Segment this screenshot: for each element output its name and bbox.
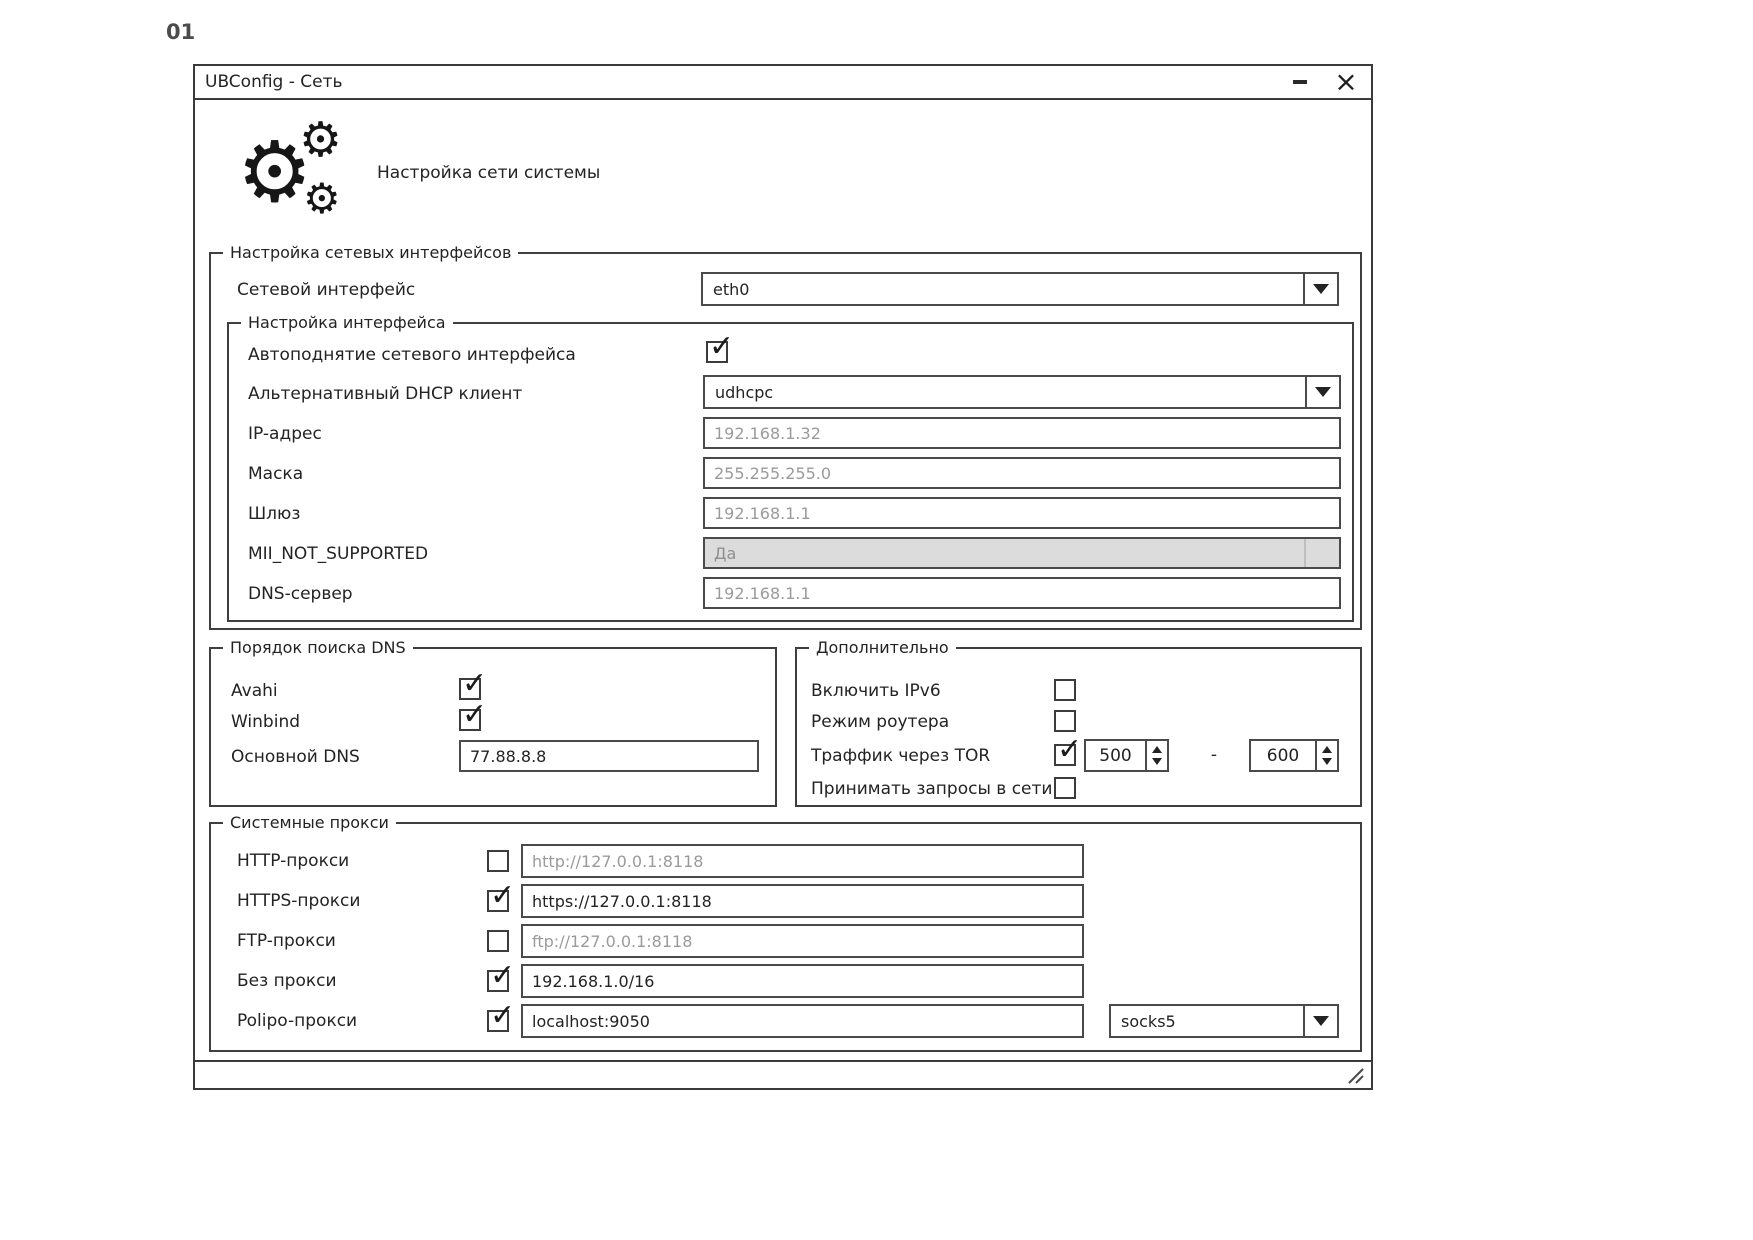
primary-dns-input[interactable]	[459, 740, 759, 772]
mii-field-divider	[1304, 539, 1330, 567]
mask-label: Маска	[248, 465, 303, 484]
https-proxy-label: HTTPS-прокси	[237, 892, 360, 911]
spinner-arrows-icon[interactable]	[1145, 741, 1167, 770]
ip-label: IP-адрес	[248, 425, 322, 444]
primary-dns-label: Основной DNS	[231, 748, 360, 767]
accept-requests-checkbox[interactable]	[1054, 777, 1076, 799]
polipo-proxy-input[interactable]	[521, 1004, 1084, 1038]
ftp-proxy-checkbox[interactable]	[487, 930, 509, 952]
winbind-label: Winbind	[231, 713, 300, 732]
minimize-button[interactable]	[1289, 69, 1311, 95]
window-title: UBConfig - Сеть	[205, 72, 1289, 92]
network-interfaces-group: Настройка сетевых интерфейсов Сетевой ин…	[209, 252, 1362, 630]
mii-field: Да	[703, 537, 1341, 569]
dhcp-client-select-value: udhcpc	[705, 377, 1305, 407]
chevron-down-icon[interactable]	[1303, 274, 1337, 304]
spinner-arrows-icon[interactable]	[1315, 741, 1337, 770]
gears-icon: ⚙ ⚙ ⚙	[237, 118, 357, 230]
chevron-down-icon[interactable]	[1305, 377, 1339, 407]
ipv6-checkbox[interactable]	[1054, 679, 1076, 701]
gateway-label: Шлюз	[248, 505, 300, 524]
network-group-legend: Настройка сетевых интерфейсов	[223, 243, 518, 262]
additional-legend: Дополнительно	[809, 638, 956, 657]
close-button[interactable]: ×	[1335, 69, 1357, 95]
auto-up-label: Автоподнятие сетевого интерфейса	[248, 346, 576, 365]
accept-requests-label: Принимать запросы в сети	[811, 780, 1052, 799]
dns-server-label: DNS-сервер	[248, 585, 353, 604]
ipv6-label: Включить IPv6	[811, 682, 941, 701]
gateway-input[interactable]	[703, 497, 1341, 529]
http-proxy-input[interactable]	[521, 844, 1084, 878]
router-mode-checkbox[interactable]	[1054, 710, 1076, 732]
avahi-label: Avahi	[231, 682, 278, 701]
tor-port-from-spinner[interactable]: 500	[1084, 739, 1169, 772]
ip-input[interactable]	[703, 417, 1341, 449]
polipo-proxy-checkbox[interactable]	[487, 1010, 509, 1032]
dns-order-legend: Порядок поиска DNS	[223, 638, 413, 657]
polipo-proxy-label: Polipo-прокси	[237, 1012, 357, 1031]
gear-icon-small-top: ⚙	[299, 116, 342, 164]
dns-server-input[interactable]	[703, 577, 1341, 609]
system-proxies-legend: Системные прокси	[223, 813, 396, 832]
router-mode-label: Режим роутера	[811, 713, 949, 732]
interface-settings-group: Настройка интерфейса Автоподнятие сетево…	[227, 322, 1354, 622]
page-title: Настройка сети системы	[377, 163, 600, 183]
auto-up-checkbox[interactable]	[706, 341, 728, 363]
system-proxies-group: Системные прокси HTTP-прокси HTTPS-прокс…	[209, 822, 1362, 1052]
tor-traffic-label: Траффик через TOR	[811, 747, 990, 766]
ftp-proxy-input[interactable]	[521, 924, 1084, 958]
titlebar: UBConfig - Сеть ×	[195, 66, 1371, 100]
resize-grip-icon[interactable]	[1346, 1066, 1364, 1084]
polipo-protocol-value: socks5	[1111, 1006, 1303, 1036]
tor-range-separator: -	[1202, 746, 1226, 765]
no-proxy-label: Без прокси	[237, 972, 337, 991]
status-bar	[195, 1060, 1371, 1088]
chevron-down-icon[interactable]	[1303, 1006, 1337, 1036]
tor-port-to-value: 600	[1251, 741, 1315, 770]
mii-label: MII_NOT_SUPPORTED	[248, 545, 428, 564]
interface-label: Сетевой интерфейс	[237, 281, 415, 300]
interface-select-value: eth0	[703, 274, 1303, 304]
dhcp-client-label: Альтернативный DHCP клиент	[248, 385, 522, 404]
ubconfig-window: UBConfig - Сеть × ⚙ ⚙ ⚙ Настройка сети с…	[193, 64, 1373, 1090]
https-proxy-input[interactable]	[521, 884, 1084, 918]
minimize-icon	[1293, 80, 1307, 84]
dns-order-group: Порядок поиска DNS Avahi Winbind Основно…	[209, 647, 777, 807]
tor-port-from-value: 500	[1086, 741, 1145, 770]
http-proxy-label: HTTP-прокси	[237, 852, 349, 871]
https-proxy-checkbox[interactable]	[487, 890, 509, 912]
close-icon: ×	[1334, 68, 1357, 96]
mii-value: Да	[714, 544, 736, 563]
gear-icon-small-bottom: ⚙	[303, 178, 341, 220]
ftp-proxy-label: FTP-прокси	[237, 932, 336, 951]
dhcp-client-select[interactable]: udhcpc	[703, 375, 1341, 409]
polipo-protocol-select[interactable]: socks5	[1109, 1004, 1339, 1038]
winbind-checkbox[interactable]	[459, 709, 481, 731]
http-proxy-checkbox[interactable]	[487, 850, 509, 872]
figure-label: 01	[166, 20, 195, 44]
mask-input[interactable]	[703, 457, 1341, 489]
tor-traffic-checkbox[interactable]	[1054, 744, 1076, 766]
no-proxy-input[interactable]	[521, 964, 1084, 998]
additional-group: Дополнительно Включить IPv6 Режим роутер…	[795, 647, 1362, 807]
no-proxy-checkbox[interactable]	[487, 970, 509, 992]
interface-settings-legend: Настройка интерфейса	[241, 313, 453, 332]
tor-port-to-spinner[interactable]: 600	[1249, 739, 1339, 772]
interface-select[interactable]: eth0	[701, 272, 1339, 306]
